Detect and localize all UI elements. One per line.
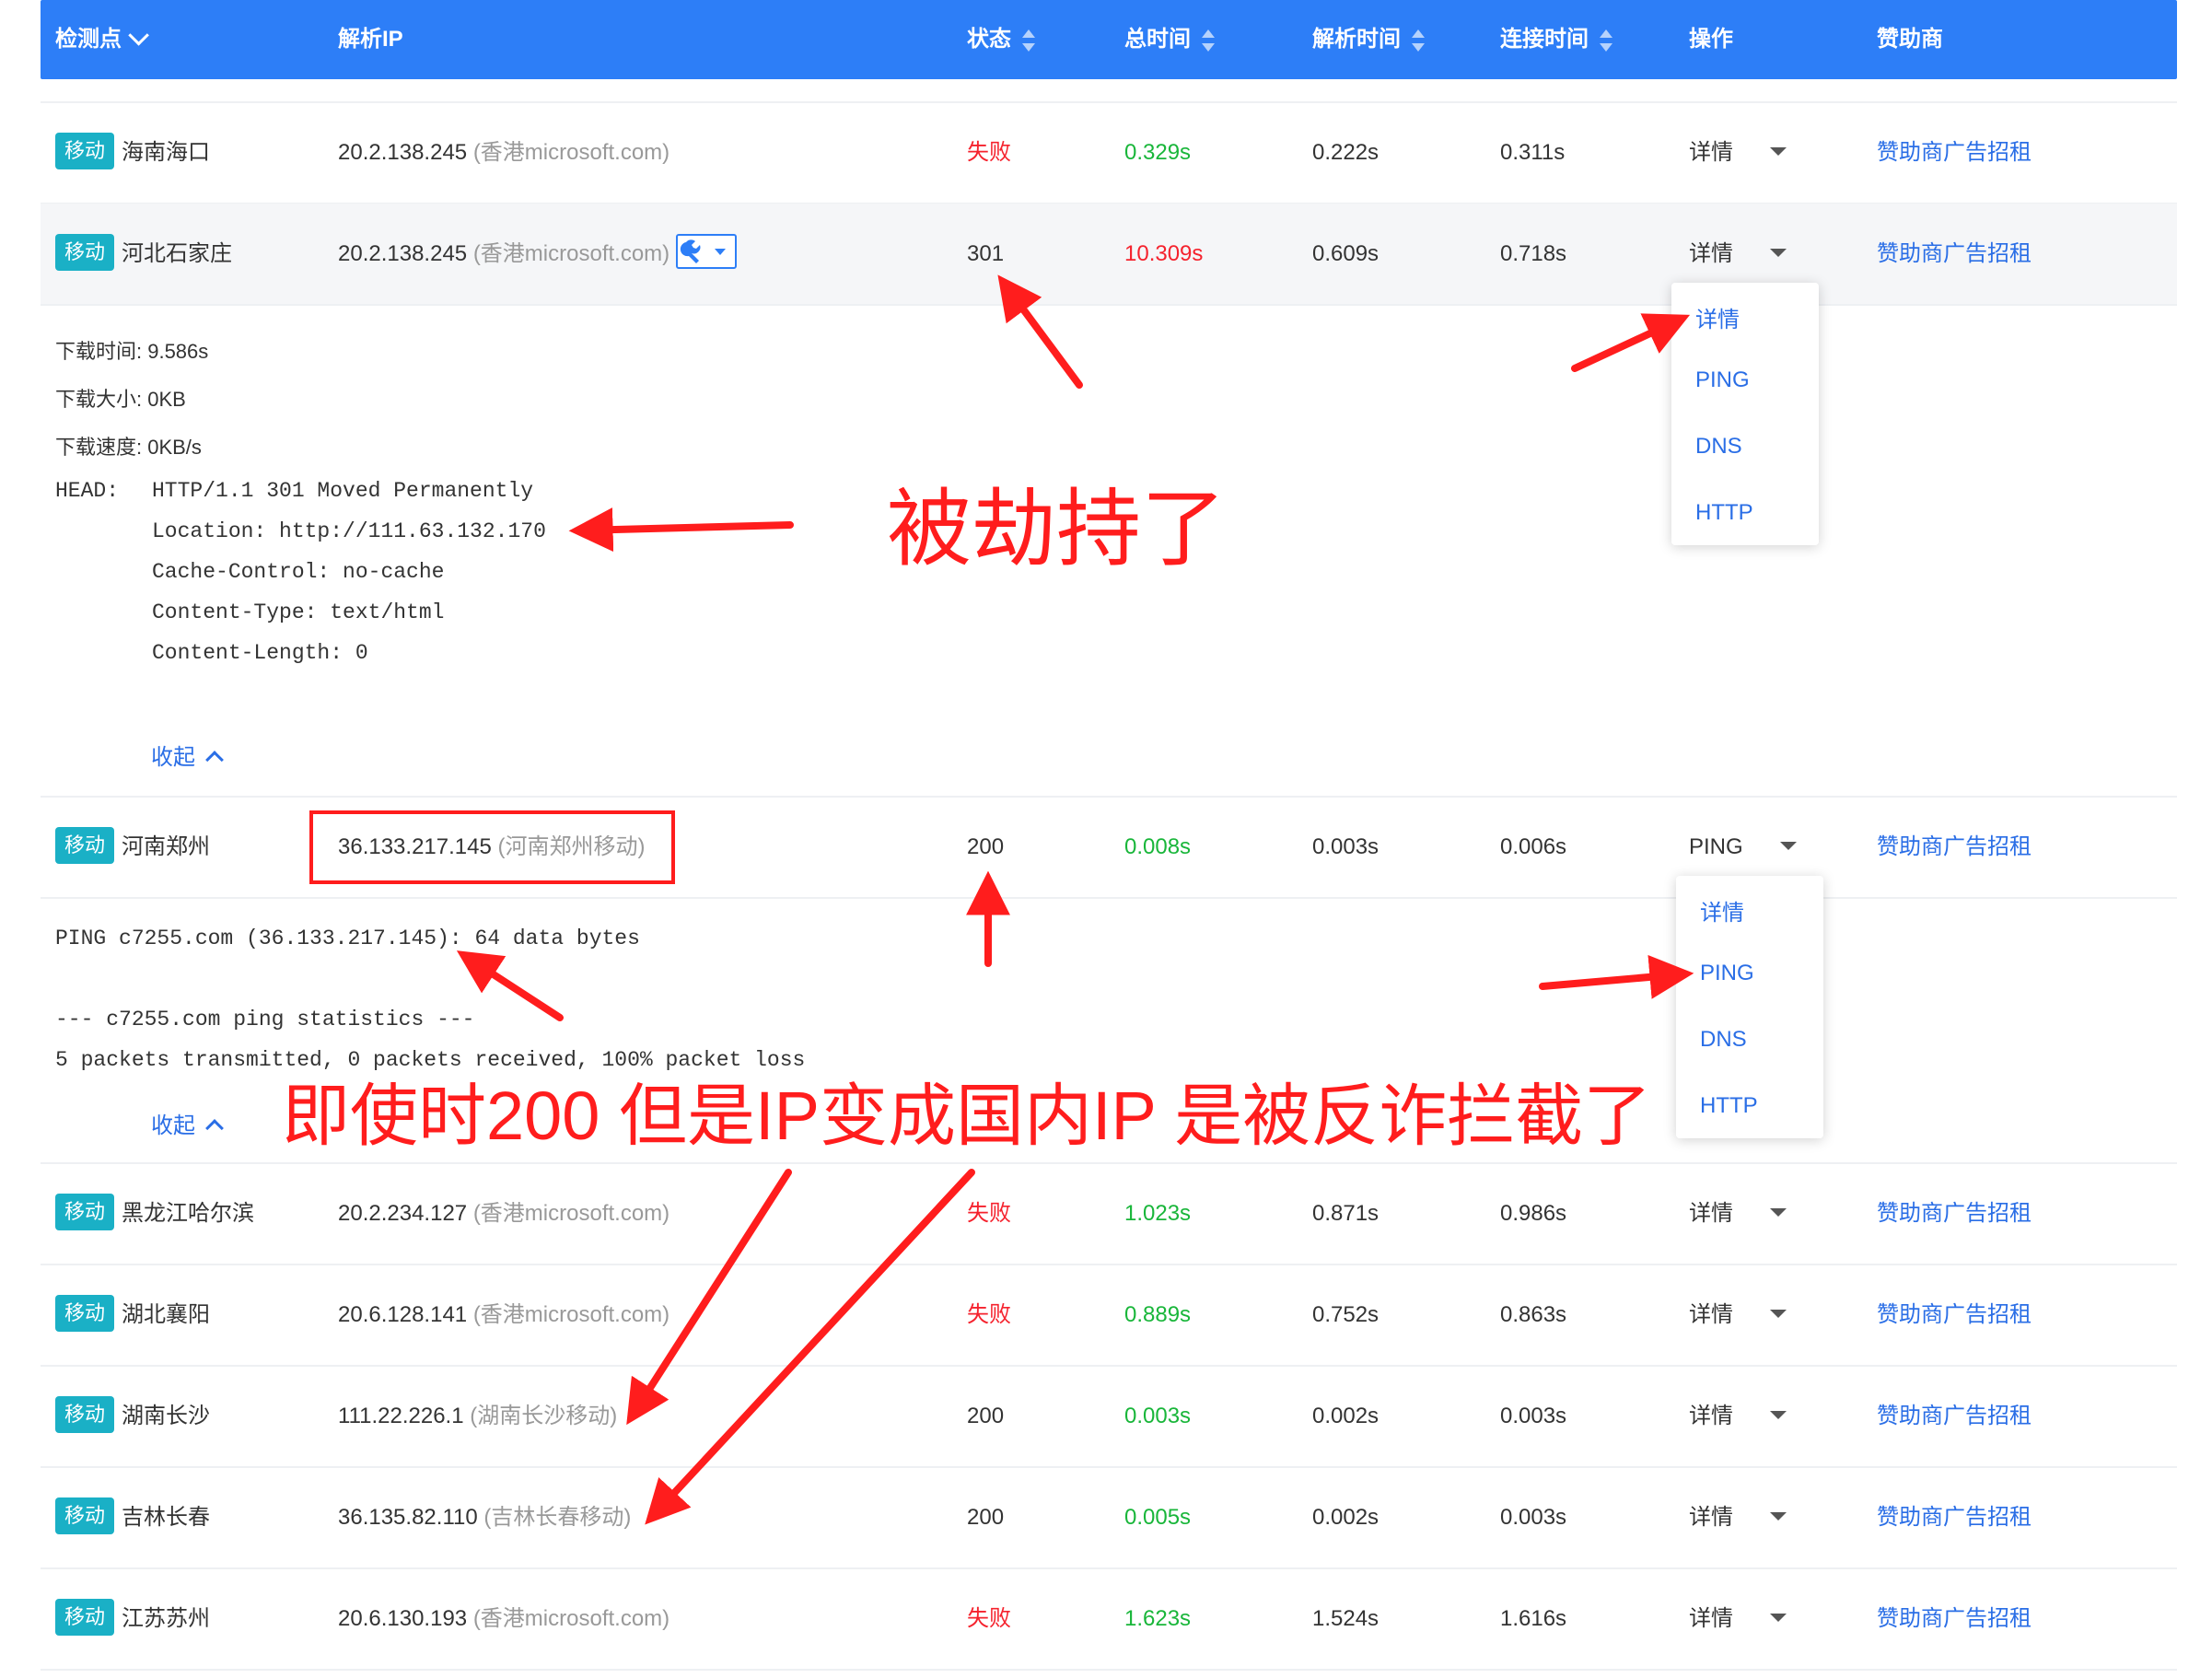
page: 检测点 解析IP 状态 总时间 解析时间 连接时间 操作 赞助商 移动 海南海口 … [0,0,2212,1678]
arrow-to-ping-ip [456,950,564,1021]
arrow-to-changsha-ip [626,1169,792,1426]
arrow-to-location-header [568,507,794,553]
arrow-to-dropdown-ping [1539,954,1694,999]
arrow-to-dropdown-detail [1571,313,1691,372]
annotation-arrows [456,274,1694,1525]
arrow-to-status-301 [997,274,1083,389]
arrow-to-changchun-ip [645,1169,975,1525]
